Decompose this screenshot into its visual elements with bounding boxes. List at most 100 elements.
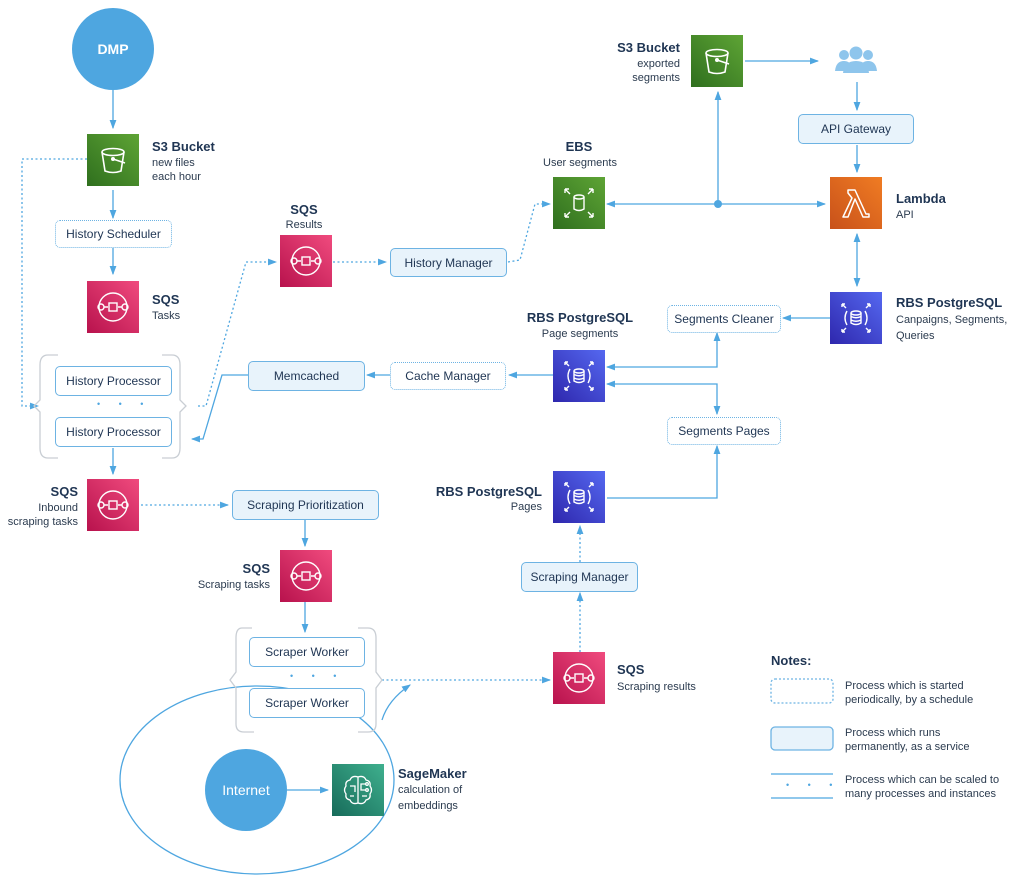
notes-title: Notes: [771,653,812,668]
database-icon [564,361,594,391]
scraping-manager-label: Scraping Manager [530,570,629,584]
sqs-results [280,235,332,287]
segments-cleaner-label: Segments Cleaner [674,312,774,326]
sqs-scraping-tasks-title: SQS [242,561,270,576]
rds-campaigns-sub1: Canpaigns, Segments, [896,314,1008,326]
sqs-inbound-sub2: scraping tasks [7,516,78,528]
rds-page-segments-title: RBS PostgreSQL [526,310,634,325]
legend-scheduled-swatch [770,678,834,704]
legend-service-swatch [770,726,834,751]
s3-bucket-new-files [87,134,139,186]
api-gateway[interactable]: API Gateway [798,114,914,144]
brain-icon [343,775,373,805]
history-processor-1-label: History Processor [66,374,161,388]
s3-new-files-sub1: new files [152,157,195,169]
s3-bucket-exported-segments [691,35,743,87]
note-scheduled-line1: Process which is started [845,680,964,692]
internet-label: Internet [222,782,270,798]
scale-dots-history: • • • [97,399,152,409]
history-scheduler[interactable]: History Scheduler [55,220,172,248]
sagemaker-title: SageMaker [398,766,467,781]
junction-dot [714,200,722,208]
queue-icon [97,292,129,322]
cache-manager-label: Cache Manager [405,369,491,383]
scraper-worker-2-label: Scraper Worker [265,696,349,710]
scraper-worker-1[interactable]: Scraper Worker [249,637,365,667]
segments-pages[interactable]: Segments Pages [667,417,781,445]
history-processor-2[interactable]: History Processor [55,417,172,447]
edge-memcached-processor [190,374,248,443]
segments-pages-label: Segments Pages [678,424,770,438]
sagemaker-sub2: embeddings [398,800,458,812]
sqs-tasks-sub: Tasks [152,310,181,322]
lambda-api [830,177,882,229]
rds-campaigns-title: RBS PostgreSQL [896,295,1003,310]
history-processor-2-label: History Processor [66,425,161,439]
s3-exported-sub2: segments [632,72,680,84]
lambda-title: Lambda [896,191,946,206]
note-scheduled: Process which is started periodically, b… [845,679,973,707]
bucket-icon [705,48,730,75]
edge-rdspages-segpages [607,444,721,499]
queue-icon [290,561,322,591]
note-service-line2: permanently, as a service [845,741,970,753]
rds-postgresql-campaigns [830,292,882,344]
bucket-icon [101,147,126,174]
lambda-sub: API [896,209,914,221]
database-icon [564,482,594,512]
note-scheduled-line2: periodically, by a schedule [845,694,974,706]
note-service: Process which runs permanently, as a ser… [845,726,970,754]
legend-scale-dots: • • • [786,780,841,790]
rds-postgresql-pages [553,471,605,523]
sqs-scraping-results-sub: Scraping results [617,681,696,693]
note-scaled-line2: many processes and instances [845,788,997,800]
edge-histmgr-ebs [507,200,552,263]
queue-icon [97,490,129,520]
scraping-prioritization[interactable]: Scraping Prioritization [232,490,379,520]
rds-pages-sub: Pages [510,501,542,513]
note-service-line1: Process which runs [845,727,941,739]
scraping-prioritization-label: Scraping Prioritization [247,498,364,512]
segments-cleaner[interactable]: Segments Cleaner [667,305,781,333]
internet-node: Internet [205,749,287,831]
ebs-title: EBS [565,139,593,154]
dmp-node: DMP [72,8,154,90]
sqs-scraping-tasks-sub: Scraping tasks [197,579,270,591]
scraping-manager[interactable]: Scraping Manager [521,562,638,592]
ebs-user-segments [553,177,605,229]
memcached[interactable]: Memcached [248,361,365,391]
sagemaker-sub1: calculation of [398,784,463,796]
sqs-tasks-title: SQS [152,292,180,307]
sqs-results-sub: Results [285,219,323,231]
s3-new-files-title: S3 Bucket [152,139,215,154]
s3-new-files-sub2: each hour [152,171,201,183]
rds-campaigns-sub2: Queries [896,330,935,342]
sqs-scraping-tasks [280,550,332,602]
sqs-inbound-title: SQS [50,484,78,499]
rds-page-segments-sub: Page segments [541,328,619,340]
history-scheduler-label: History Scheduler [66,227,161,241]
queue-icon [563,663,595,693]
note-scaled: Process which can be scaled to many proc… [845,773,999,801]
lambda-icon [842,189,870,218]
volume-icon [564,188,594,218]
cache-manager[interactable]: Cache Manager [390,362,506,390]
s3-exported-title: S3 Bucket [617,40,680,55]
edge-rdspage-segpages [605,380,721,416]
edge-loop-workers [381,684,411,721]
history-manager-label: History Manager [404,255,493,270]
sqs-results-title: SQS [290,202,318,217]
scale-dots-scraper: • • • [290,671,345,681]
memcached-label: Memcached [273,369,340,383]
history-manager[interactable]: History Manager [390,248,507,277]
rds-pages-title: RBS PostgreSQL [435,484,542,499]
sqs-inbound-sub1: Inbound [38,502,78,514]
scraper-worker-2[interactable]: Scraper Worker [249,688,365,718]
history-processor-1[interactable]: History Processor [55,366,172,396]
api-gateway-label: API Gateway [820,122,892,136]
database-icon [841,303,871,333]
sqs-tasks [87,281,139,333]
sqs-inbound-scraping-tasks [87,479,139,531]
sqs-scraping-results-title: SQS [617,662,645,677]
note-scaled-line1: Process which can be scaled to [845,774,1000,786]
